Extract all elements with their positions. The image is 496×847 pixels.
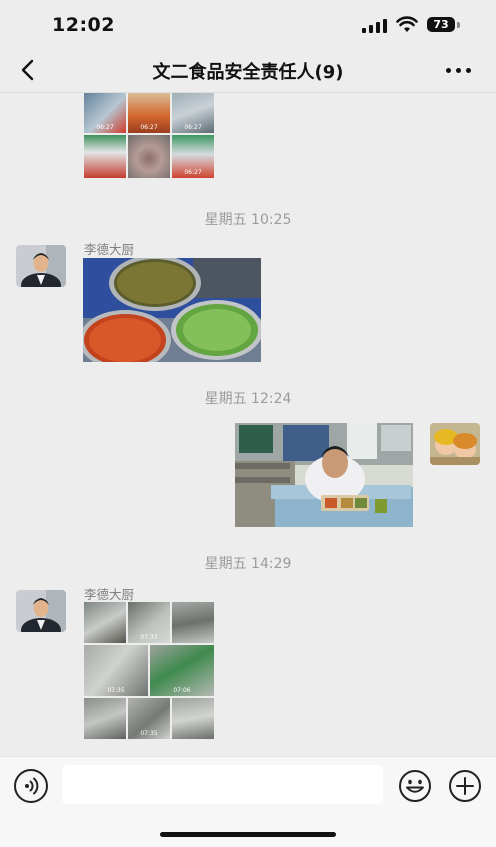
sender-name: 李德大厨 [84,242,135,257]
back-icon[interactable] [14,56,42,84]
avatar[interactable] [16,245,66,287]
video-duration: 07:35 [140,730,158,737]
grid-image[interactable] [128,135,170,178]
image-grid-message[interactable]: 07:37 07:35 07:06 07:35 [84,602,214,741]
grid-image[interactable]: 07:35 [128,698,170,739]
grid-image[interactable]: 07:06 [150,645,214,696]
grid-image[interactable] [172,602,214,643]
timestamp: 星期五 10:25 [204,212,292,228]
battery-tip [457,22,460,28]
voice-input-icon[interactable] [14,769,48,803]
video-duration: 06:27 [140,124,158,131]
grid-image[interactable]: 07:35 [84,645,148,696]
chat-title: 文二食品安全责任人(9) [152,62,344,83]
video-duration: 06:27 [96,124,114,131]
image-message[interactable] [83,258,261,362]
grid-image[interactable]: 06:27 [128,93,170,133]
grid-image[interactable] [84,698,126,739]
message-input[interactable] [62,765,383,804]
avatar[interactable] [16,590,66,632]
message-list[interactable]: 06:27 06:27 06:27 06:27 星期五 10:25 李德大厨 星… [0,93,496,756]
grid-image[interactable] [172,698,214,739]
emoji-icon[interactable] [398,769,432,803]
wifi-icon [396,16,418,32]
grid-image[interactable]: 06:27 [172,135,214,178]
grid-image[interactable] [84,602,126,643]
add-more-icon[interactable] [448,769,482,803]
home-indicator [160,832,336,837]
more-icon[interactable] [444,64,474,78]
chat-header: 文二食品安全责任人(9) [0,50,496,93]
status-bar: 12:02 73 [0,0,496,50]
image-message[interactable] [235,423,413,527]
image-grid-message[interactable]: 06:27 06:27 06:27 06:27 [84,93,214,183]
status-time: 12:02 [52,14,115,36]
sender-name: 李德大厨 [84,587,135,602]
video-duration: 06:27 [184,169,202,176]
video-duration: 07:06 [173,687,191,694]
timestamp: 星期五 12:24 [204,391,292,407]
video-duration: 07:37 [140,634,158,641]
grid-image[interactable] [84,135,126,178]
my-avatar[interactable] [430,423,480,465]
grid-image[interactable]: 07:37 [128,602,170,643]
grid-image[interactable]: 06:27 [84,93,126,133]
battery-icon: 73 [427,17,455,32]
cellular-signal-icon [362,19,388,33]
video-duration: 06:27 [184,124,202,131]
video-duration: 07:35 [107,687,125,694]
timestamp: 星期五 14:29 [204,556,292,572]
grid-image[interactable]: 06:27 [172,93,214,133]
